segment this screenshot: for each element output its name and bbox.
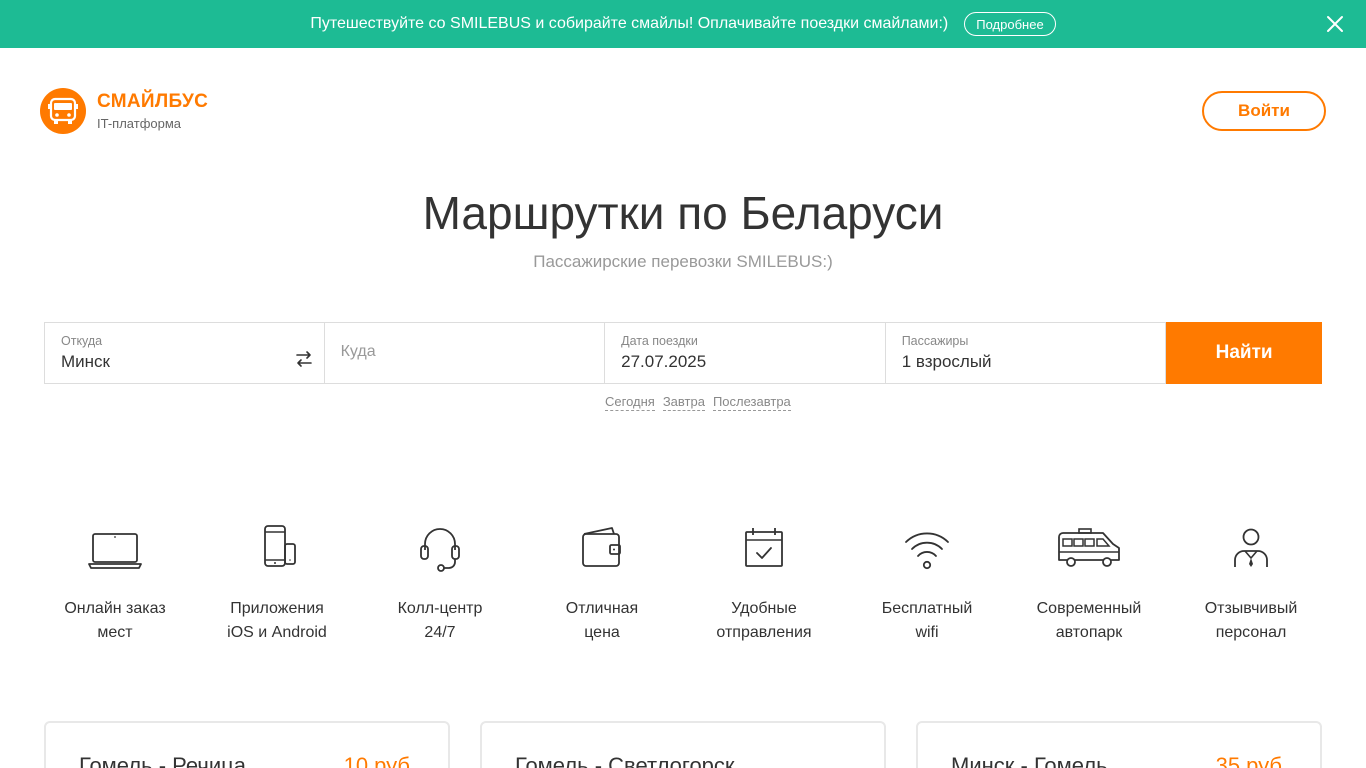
quick-dates: Сегодня Завтра Послезавтра (605, 394, 799, 411)
feature-label: Отзывчивый персонал (1204, 600, 1298, 641)
feature-label: Приложения iOS и Android (227, 600, 327, 641)
route-price: 10 руб (343, 753, 410, 768)
route-name: Гомель - Светлогорск (515, 753, 735, 768)
wallet-icon (582, 527, 621, 567)
search-form: Откуда Минск Дата поездки 27.07.2025 Пас… (44, 322, 1322, 384)
laptop-icon (88, 533, 142, 569)
feature-label: Бесплатный wifi (881, 600, 973, 641)
page-subtitle: Пассажирские перевозки SMILEBUS:) (533, 252, 833, 271)
passengers-value[interactable]: 1 взрослый (902, 352, 1150, 372)
logo[interactable]: СМАЙЛБУС IT-платформа (40, 88, 208, 134)
date-label: Дата поездки (621, 334, 698, 348)
feature-staff: Отзывчивый персонал (1171, 520, 1331, 645)
quick-date-today[interactable]: Сегодня (605, 394, 655, 411)
brand-subtitle: IT-платформа (97, 116, 182, 131)
feature-wifi: Бесплатный wifi (847, 520, 1007, 645)
page-title: Маршрутки по Беларуси (422, 187, 944, 239)
promo-text: Путешествуйте со SMILEBUS и собирайте см… (310, 15, 949, 32)
route-name: Гомель - Речица (79, 753, 246, 768)
feature-fleet: Современный автопарк (1009, 520, 1169, 645)
quick-date-tomorrow[interactable]: Завтра (662, 394, 705, 411)
feature-apps: Приложения iOS и Android (197, 520, 357, 645)
swap-icon[interactable] (294, 350, 314, 368)
date-field[interactable]: Дата поездки 27.07.2025 (605, 322, 886, 384)
minibus-icon (1058, 528, 1120, 567)
route-name: Минск - Гомель (951, 753, 1108, 768)
feature-label: Удобные отправления (716, 600, 812, 641)
to-input[interactable] (340, 343, 589, 361)
find-button[interactable]: Найти (1166, 322, 1322, 384)
feature-label: Современный автопарк (1036, 600, 1142, 641)
feature-label: Колл-центр 24/7 (397, 600, 483, 641)
feature-label: Онлайн заказ мест (64, 600, 166, 641)
bus-icon (40, 88, 86, 134)
promo-more-button[interactable]: Подробнее (964, 12, 1056, 36)
feature-call-center: Колл-центр 24/7 (360, 520, 520, 645)
route-card[interactable]: Гомель - Светлогорск (480, 721, 886, 768)
feature-price: Отличная цена (522, 520, 682, 645)
feature-online-booking: Онлайн заказ мест (35, 520, 195, 645)
route-price: 35 руб (1215, 753, 1282, 768)
passengers-label: Пассажиры (901, 334, 969, 348)
quick-date-day-after[interactable]: Послезавтра (712, 394, 791, 411)
feature-label: Отличная цена (565, 600, 639, 641)
headset-icon (420, 528, 460, 572)
feature-departures: Удобные отправления (684, 520, 844, 645)
wifi-icon (905, 532, 949, 570)
brand-name: СМАЙЛБУС (97, 91, 209, 112)
promo-banner: Путешествуйте со SMILEBUS и собирайте см… (0, 0, 1366, 48)
staff-icon (1234, 528, 1268, 567)
route-card[interactable]: Гомель - Речица 10 руб (44, 721, 450, 768)
from-label: Откуда (61, 334, 103, 348)
date-value[interactable]: 27.07.2025 (621, 352, 869, 372)
login-button[interactable]: Войти (1202, 91, 1326, 131)
close-icon[interactable] (1324, 13, 1346, 35)
calendar-check-icon (745, 528, 783, 567)
devices-icon (264, 525, 296, 567)
from-field[interactable]: Откуда Минск (44, 322, 325, 384)
to-field[interactable] (324, 322, 606, 384)
from-value[interactable]: Минск (61, 352, 308, 372)
route-card[interactable]: Минск - Гомель 35 руб (916, 721, 1322, 768)
passengers-field[interactable]: Пассажиры 1 взрослый (885, 322, 1167, 384)
